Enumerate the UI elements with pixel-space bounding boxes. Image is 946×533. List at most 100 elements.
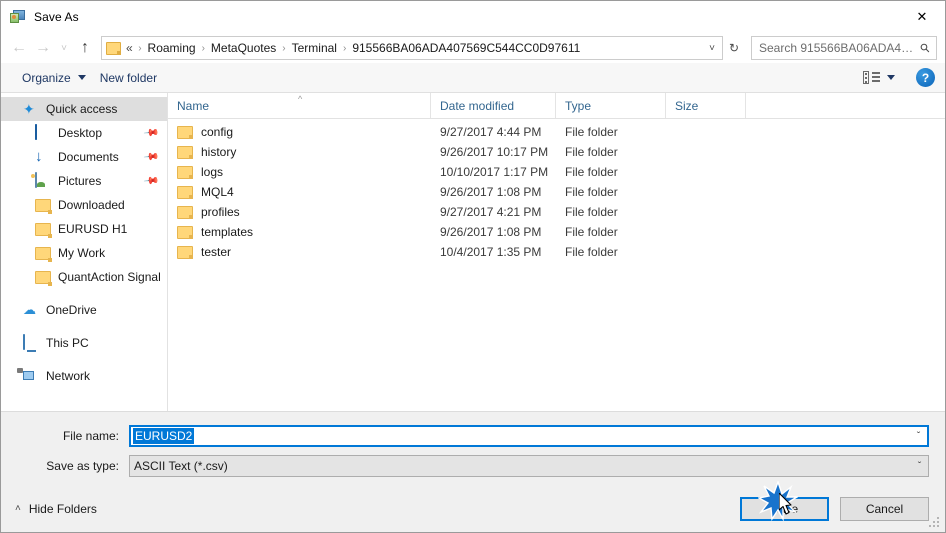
address-chevron-down-icon[interactable]: ˅ <box>702 43 722 54</box>
address-bar[interactable]: « › Roaming › MetaQuotes › Terminal › 91… <box>101 36 723 60</box>
arrow-right-icon[interactable]: → <box>31 36 55 60</box>
table-row[interactable]: logs 10/10/2017 1:17 PM File folder <box>168 162 945 182</box>
sidebar-item-pictures[interactable]: Pictures 📌 <box>1 169 167 193</box>
save-as-type-label: Save as type: <box>46 459 119 473</box>
sidebar-divider <box>1 289 167 298</box>
sidebar-item-downloaded[interactable]: Downloaded <box>1 193 167 217</box>
sidebar-item-my-work[interactable]: My Work <box>1 241 167 265</box>
star-icon: ✦ <box>23 101 35 117</box>
file-name-label: MQL4 <box>201 185 234 199</box>
view-layout-button[interactable] <box>856 68 902 87</box>
save-button[interactable]: Save <box>740 496 829 521</box>
search-icon[interactable]: ⚲ <box>915 38 935 58</box>
arrow-left-icon[interactable]: ← <box>7 36 31 60</box>
file-name-cell: templates <box>168 225 431 239</box>
window-title: Save As <box>34 10 79 24</box>
close-icon[interactable]: ✕ <box>899 1 945 33</box>
organize-button[interactable]: Organize <box>15 68 93 88</box>
column-header-filler <box>746 93 945 118</box>
file-name-label: templates <box>201 225 254 239</box>
sidebar-item-label: Quick access <box>46 102 118 116</box>
table-row[interactable]: history 9/26/2017 10:17 PM File folder <box>168 142 945 162</box>
column-header-name[interactable]: Name ^ <box>168 93 431 118</box>
new-folder-button[interactable]: New folder <box>93 68 164 88</box>
chevron-down-icon[interactable]: ˇ <box>911 456 928 476</box>
save-as-app-icon <box>10 9 26 25</box>
table-row[interactable]: templates 9/26/2017 1:08 PM File folder <box>168 222 945 242</box>
sidebar-item-documents[interactable]: ↓ Documents 📌 <box>1 145 167 169</box>
folder-icon <box>35 197 51 213</box>
file-type-cell: File folder <box>565 165 618 179</box>
chevron-down-icon[interactable]: ˇ <box>910 427 927 445</box>
help-icon[interactable]: ? <box>916 68 935 87</box>
sidebar-item-label: EURUSD H1 <box>58 222 128 236</box>
save-as-type-select[interactable]: ASCII Text (*.csv) ˇ <box>129 455 929 477</box>
resize-grip-icon[interactable] <box>929 517 941 529</box>
column-header-date-modified[interactable]: Date modified <box>431 93 556 118</box>
sidebar-item-quantaction-signal[interactable]: QuantAction Signal <box>1 265 167 289</box>
refresh-icon[interactable]: ↻ <box>723 41 745 55</box>
arrow-up-icon[interactable]: ↑ <box>73 36 97 60</box>
file-name-cell: profiles <box>168 205 431 219</box>
file-name-cell: tester <box>168 245 431 259</box>
file-name-input[interactable]: EURUSD2 ˇ <box>129 425 929 447</box>
pin-icon[interactable]: 📌 <box>142 125 159 141</box>
breadcrumb-item-roaming[interactable]: Roaming <box>145 39 199 57</box>
sidebar-item-label: My Work <box>58 246 106 260</box>
table-row[interactable]: config 9/27/2017 4:44 PM File folder <box>168 122 945 142</box>
sidebar-item-label: OneDrive <box>46 303 97 317</box>
file-name-label: config <box>201 125 234 139</box>
table-row[interactable]: MQL4 9/26/2017 1:08 PM File folder <box>168 182 945 202</box>
file-date-cell: 9/27/2017 4:44 PM <box>440 125 542 139</box>
pin-icon[interactable]: 📌 <box>142 173 159 189</box>
pin-icon[interactable]: 📌 <box>142 149 159 165</box>
sidebar-item-quick-access[interactable]: ✦ Quick access <box>1 97 167 121</box>
column-header-type[interactable]: Type <box>556 93 666 118</box>
desktop-icon <box>35 124 51 141</box>
sidebar-item-label: Network <box>46 369 91 383</box>
sidebar-item-onedrive[interactable]: ☁ OneDrive <box>1 298 167 322</box>
folder-icon <box>35 269 51 285</box>
organize-label: Organize <box>22 70 71 85</box>
folder-icon <box>35 245 51 261</box>
column-header-size[interactable]: Size <box>666 93 746 118</box>
recent-locations-chevron-down-icon[interactable]: ˅ <box>55 36 73 60</box>
computer-icon <box>23 334 39 351</box>
file-type-cell: File folder <box>565 145 618 159</box>
table-row[interactable]: profiles 9/27/2017 4:21 PM File folder <box>168 202 945 222</box>
breadcrumb-item-metaquotes[interactable]: MetaQuotes <box>208 39 279 57</box>
file-name-cell: config <box>168 125 431 139</box>
breadcrumb-separator: › <box>342 42 347 54</box>
column-header-label: Name <box>177 98 210 113</box>
cancel-button-label: Cancel <box>865 501 904 516</box>
breadcrumb-separator: › <box>282 42 286 54</box>
file-name-label: logs <box>201 165 224 179</box>
save-as-type-value: ASCII Text (*.csv) <box>134 459 228 473</box>
sidebar-item-label: QuantAction Signal <box>58 270 161 284</box>
folder-icon <box>177 245 193 259</box>
table-row[interactable]: tester 10/4/2017 1:35 PM File folder <box>168 242 945 262</box>
search-input[interactable]: Search 915566BA06ADA40756... ⚲ <box>751 36 937 60</box>
sidebar-item-label: This PC <box>46 336 89 350</box>
breadcrumb-item-terminal[interactable]: Terminal <box>289 39 340 57</box>
file-type-cell: File folder <box>565 245 618 259</box>
file-name-cell: logs <box>168 165 431 179</box>
pictures-icon <box>35 172 51 189</box>
sidebar-item-label: Documents <box>58 150 119 164</box>
file-list-pane: Name ^ Date modified Type Size config 9/… <box>168 93 945 411</box>
folder-icon <box>177 125 193 139</box>
file-name-label: profiles <box>201 205 240 219</box>
hide-folders-button[interactable]: ˄ Hide Folders <box>11 499 101 519</box>
cancel-button[interactable]: Cancel <box>840 496 929 521</box>
file-name-label: File name: <box>62 429 119 443</box>
sidebar-item-network[interactable]: Network <box>1 364 167 388</box>
file-date-cell: 9/26/2017 1:08 PM <box>440 185 542 199</box>
breadcrumb-item-instance-id[interactable]: 915566BA06ADA407569C544CC0D97611 <box>349 39 583 57</box>
breadcrumb-lead[interactable]: « <box>126 39 135 57</box>
folder-icon <box>177 205 193 219</box>
toolbar: Organize New folder ? <box>1 63 945 93</box>
file-name-label: history <box>201 145 237 159</box>
sidebar-item-eurusd-h1[interactable]: EURUSD H1 <box>1 217 167 241</box>
sidebar-item-this-pc[interactable]: This PC <box>1 331 167 355</box>
sidebar-item-desktop[interactable]: Desktop 📌 <box>1 121 167 145</box>
